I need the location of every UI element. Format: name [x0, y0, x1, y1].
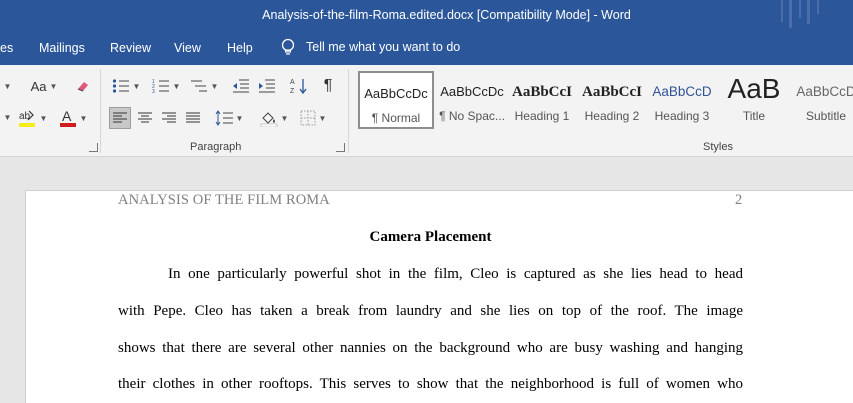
tell-me-text: Tell me what you want to do — [306, 40, 461, 54]
style-preview: AaBbCcDc — [440, 84, 504, 99]
tab-help[interactable]: Help — [227, 41, 253, 55]
tab-view[interactable]: View — [174, 41, 201, 55]
borders-icon — [300, 110, 316, 126]
tab-review[interactable]: Review — [110, 41, 151, 55]
multilevel-list-button[interactable]: ▼ — [188, 76, 220, 96]
title-bar: Analysis-of-the-film-Roma.edited.docx [C… — [0, 0, 853, 32]
bullets-button[interactable]: ▼ — [108, 76, 144, 96]
style-preview: AaBbCcI — [511, 84, 572, 100]
group-separator — [100, 69, 101, 153]
styles-gallery: AaBbCcDc ¶ Normal AaBbCcDc ¶ No Spac... … — [356, 71, 853, 133]
style-heading-2[interactable]: AaBbCcI Heading 2 — [574, 71, 650, 129]
style-preview: AaBbCcI — [581, 84, 642, 100]
increase-indent-icon — [259, 79, 275, 93]
lightbulb-icon — [281, 38, 295, 55]
style-preview: AaBbCcDc — [364, 86, 428, 101]
change-case-label: Aa — [30, 78, 47, 94]
font-size-dropdown-tail[interactable]: ▼ — [0, 77, 12, 95]
change-case-button[interactable]: Aa ▼ — [27, 76, 61, 96]
paint-bucket-icon — [260, 112, 277, 127]
style-name: Heading 2 — [584, 109, 640, 123]
body-line[interactable]: with Pepe. Cleo has taken a break from l… — [118, 303, 743, 320]
style-no-spacing[interactable]: AaBbCcDc ¶ No Spac... — [434, 71, 510, 129]
line-spacing-icon — [215, 110, 233, 126]
document-page[interactable] — [25, 190, 853, 403]
sort-button[interactable]: A Z — [288, 76, 310, 96]
decrease-indent-icon — [233, 79, 249, 93]
paragraph-dialog-launcher[interactable] — [336, 143, 345, 152]
align-right-icon — [162, 112, 176, 123]
paragraph-group-label: Paragraph — [190, 141, 242, 153]
style-name: Subtitle — [805, 109, 847, 123]
style-name: Title — [742, 109, 766, 123]
decrease-indent-button[interactable] — [230, 76, 252, 96]
title-decoration-icon — [781, 0, 819, 28]
clear-formatting-button[interactable] — [72, 76, 94, 96]
highlight-color-button[interactable]: ab ▼ — [16, 107, 48, 129]
window-title: Analysis-of-the-film-Roma.edited.docx [C… — [262, 8, 631, 22]
style-normal[interactable]: AaBbCcDc ¶ Normal — [358, 71, 434, 129]
borders-button[interactable]: ▼ — [296, 107, 330, 129]
style-name: Heading 1 — [514, 109, 570, 123]
style-heading-3[interactable]: AaBbCcD Heading 3 — [644, 71, 720, 129]
bullets-icon — [112, 79, 129, 93]
ribbon-tabs: es Mailings Review View Help Tell me wha… — [0, 32, 853, 65]
body-line[interactable]: their clothes in other rooftops. This se… — [118, 376, 743, 393]
style-name: ¶ No Spac... — [439, 109, 505, 123]
svg-text:3: 3 — [152, 89, 155, 94]
body-line[interactable]: shows that there are several other nanni… — [118, 340, 743, 357]
tab-mailings[interactable]: Mailings — [39, 41, 85, 55]
font-dropdown-tail[interactable]: ▼ — [0, 107, 12, 127]
pilcrow-icon[interactable]: ¶ — [318, 76, 338, 96]
align-center-button[interactable] — [134, 107, 156, 129]
styles-group-label: Styles — [703, 141, 733, 153]
justify-button[interactable] — [182, 107, 204, 129]
align-center-icon — [138, 112, 152, 123]
running-head: ANALYSIS OF THE FILM ROMA — [118, 192, 330, 208]
numbering-icon: 1 2 3 — [152, 79, 169, 94]
svg-text:A: A — [290, 79, 295, 86]
style-heading-1[interactable]: AaBbCcI Heading 1 — [504, 71, 580, 129]
shading-button[interactable]: ▼ — [256, 107, 292, 129]
group-separator — [348, 69, 349, 153]
page-number: 2 — [735, 192, 743, 208]
line-spacing-button[interactable]: ▼ — [212, 107, 246, 129]
font-dialog-launcher[interactable] — [89, 143, 98, 152]
eraser-icon — [77, 82, 88, 92]
svg-text:Z: Z — [290, 88, 295, 95]
increase-indent-button[interactable] — [256, 76, 278, 96]
tab-references[interactable]: es — [0, 41, 13, 55]
style-preview: AaBbCcD — [652, 84, 712, 99]
style-name: ¶ Normal — [371, 111, 421, 125]
align-left-icon — [113, 112, 127, 123]
svg-text:A: A — [62, 108, 72, 124]
style-title[interactable]: AaB Title — [716, 71, 792, 129]
justify-icon — [186, 112, 200, 123]
numbering-button[interactable]: 1 2 3 ▼ — [148, 76, 184, 96]
style-preview: AaBbCcD — [796, 84, 853, 99]
body-line[interactable]: In one particularly powerful shot in the… — [118, 266, 743, 283]
style-subtitle[interactable]: AaBbCcD Subtitle — [788, 71, 853, 129]
highlighter-icon: ab — [18, 110, 35, 127]
align-right-button[interactable] — [158, 107, 180, 129]
sort-icon: A Z — [290, 79, 307, 95]
tell-me-box[interactable]: Tell me what you want to do — [280, 38, 460, 56]
font-color-icon: A — [59, 108, 76, 127]
style-preview: AaB — [727, 73, 781, 104]
multilevel-list-icon — [190, 80, 207, 92]
section-heading[interactable]: Camera Placement — [118, 229, 743, 246]
font-color-button[interactable]: A ▼ — [56, 107, 90, 129]
svg-text:ab: ab — [19, 111, 31, 122]
style-name: Heading 3 — [654, 109, 710, 123]
align-left-button[interactable] — [109, 107, 131, 129]
